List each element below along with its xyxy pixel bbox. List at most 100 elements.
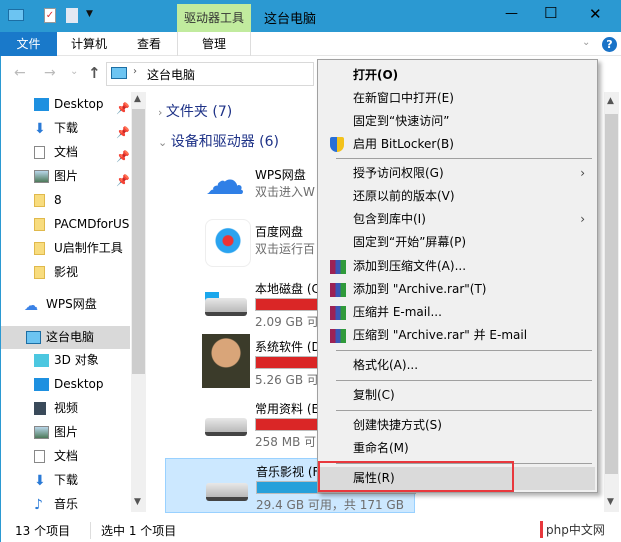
pin-icon[interactable]: 📌	[116, 121, 130, 140]
recent-dropdown-icon[interactable]: ⌄	[70, 66, 78, 77]
tab-file[interactable]: 文件	[0, 32, 57, 56]
sidebar-item-folder[interactable]: 影视	[0, 261, 130, 284]
music-icon: ♪	[34, 497, 43, 513]
menu-item-add-archive-rar[interactable]: 添加到 "Archive.rar"(T)	[320, 278, 595, 301]
menu-item-compress-rar-email[interactable]: 压缩到 "Archive.rar" 并 E-mail	[320, 324, 595, 347]
properties-icon[interactable]: ✓	[44, 8, 56, 23]
maximize-button[interactable]: ☐	[544, 4, 557, 22]
winrar-icon	[330, 283, 346, 297]
menu-separator	[336, 350, 592, 351]
folders-group-header[interactable]: › 文件夹 (7)	[158, 101, 232, 121]
desktop-icon	[34, 98, 49, 111]
help-icon[interactable]: ?	[602, 37, 617, 52]
winrar-icon	[330, 260, 346, 274]
video-icon	[34, 402, 46, 415]
forward-button[interactable]: →	[44, 65, 56, 81]
menu-item-give-access[interactable]: 授予访问权限(G) ›	[320, 162, 595, 185]
sidebar-item-desktop[interactable]: Desktop 📌	[0, 93, 130, 116]
chevron-down-icon: ⌄	[158, 136, 171, 149]
free-space: 29.4 GB 可用，共 171 GB	[256, 498, 404, 512]
scroll-down-icon[interactable]: ▼	[607, 497, 614, 507]
picture-icon	[34, 426, 49, 439]
menu-item-rename[interactable]: 重命名(M)	[320, 437, 595, 460]
menu-item-label: 压缩到 "Archive.rar" 并 E-mail	[353, 328, 528, 342]
hard-drive-icon	[205, 298, 247, 316]
up-button[interactable]: ↑	[88, 64, 101, 82]
menu-item-restore-versions[interactable]: 还原以前的版本(V)	[320, 185, 595, 208]
sidebar-item-music[interactable]: ♪ 音乐	[0, 493, 130, 516]
cloud-icon: ☁	[205, 158, 245, 204]
scrollbar-thumb[interactable]	[132, 109, 145, 374]
menu-item-create-shortcut[interactable]: 创建快捷方式(S)	[320, 414, 595, 437]
menu-item-bitlocker[interactable]: 启用 BitLocker(B)	[320, 133, 595, 156]
sidebar-item-downloads[interactable]: ⬇ 下载 📌	[0, 117, 130, 140]
tab-manage[interactable]: 管理	[177, 32, 251, 56]
sidebar-item-pictures[interactable]: 图片	[0, 421, 130, 444]
address-path: 这台电脑	[147, 68, 196, 82]
computer-icon	[26, 331, 41, 344]
address-bar[interactable]: › 这台电脑	[106, 62, 314, 86]
qat-dropdown-icon[interactable]: ▼	[86, 9, 93, 19]
sidebar-item-folder[interactable]: PACMDforUS	[0, 213, 130, 236]
sidebar-item-label: 3D 对象	[54, 353, 99, 367]
sidebar-item-3d-objects[interactable]: 3D 对象	[0, 349, 130, 372]
menu-item-open-new-window[interactable]: 在新窗口中打开(E)	[320, 87, 595, 110]
menu-item-pin-start[interactable]: 固定到“开始”屏幕(P)	[320, 231, 595, 254]
sidebar-item-folder[interactable]: 8	[0, 189, 130, 212]
sidebar-item-this-pc[interactable]: 这台电脑	[0, 326, 130, 349]
menu-item-add-archive[interactable]: 添加到压缩文件(A)...	[320, 255, 595, 278]
sidebar-item-label: 下载	[54, 121, 79, 135]
sidebar-item-label: Desktop	[54, 377, 104, 391]
menu-item-label: 启用 BitLocker(B)	[353, 137, 454, 151]
minimize-button[interactable]: —	[505, 6, 518, 21]
chevron-right-icon: ›	[158, 106, 166, 119]
sidebar-item-label: 图片	[54, 425, 79, 439]
close-button[interactable]: ✕	[589, 5, 602, 23]
pin-icon[interactable]: 📌	[116, 145, 130, 164]
back-button[interactable]: ←	[14, 65, 26, 81]
sidebar-item-label: 8	[54, 193, 62, 207]
device-name: WPS网盘	[255, 168, 306, 182]
sidebar-item-label: 视频	[54, 401, 79, 415]
sidebar-item-label: WPS网盘	[46, 297, 97, 311]
scroll-up-icon[interactable]: ▲	[134, 94, 141, 104]
menu-item-compress-email[interactable]: 压缩并 E-mail...	[320, 301, 595, 324]
computer-icon	[111, 67, 127, 79]
scrollbar-thumb[interactable]	[605, 114, 618, 474]
group-label: 设备和驱动器 (6)	[170, 134, 279, 150]
menu-item-label: 压缩并 E-mail...	[353, 305, 442, 319]
sidebar-item-downloads[interactable]: ⬇ 下载	[0, 469, 130, 492]
sidebar-item-folder[interactable]: U启制作工具	[0, 237, 130, 260]
content-scrollbar[interactable]: ▲ ▼	[604, 92, 619, 512]
tab-view[interactable]: 查看	[121, 32, 177, 56]
chevron-right-icon[interactable]: ›	[133, 66, 137, 77]
menu-item-open[interactable]: 打开(O)	[320, 64, 595, 87]
sidebar-item-desktop[interactable]: Desktop	[0, 373, 130, 396]
tab-computer[interactable]: 计算机	[57, 32, 121, 56]
menu-item-include-library[interactable]: 包含到库中(I) ›	[320, 208, 595, 231]
pin-icon[interactable]: 📌	[116, 169, 130, 188]
sidebar-item-videos[interactable]: 视频	[0, 397, 130, 420]
sidebar-item-documents[interactable]: 文档 📌	[0, 141, 130, 164]
sidebar-item-label: 影视	[54, 265, 79, 279]
highlight-box	[318, 461, 514, 492]
ribbon-expand-icon[interactable]: ⌄	[582, 37, 590, 48]
hard-drive-icon	[206, 483, 248, 501]
sidebar-item-label: 这台电脑	[46, 330, 95, 344]
menu-item-format[interactable]: 格式化(A)...	[320, 354, 595, 377]
devices-group-header[interactable]: ⌄ 设备和驱动器 (6)	[158, 131, 279, 151]
sidebar: Desktop 📌 ⬇ 下载 📌 文档 📌 图片 📌 8 PACMDforUS U启制作工…	[0, 92, 131, 513]
scroll-down-icon[interactable]: ▼	[134, 497, 141, 507]
sidebar-item-pictures[interactable]: 图片 📌	[0, 165, 130, 188]
sidebar-scrollbar[interactable]: ▲ ▼	[131, 92, 146, 512]
menu-item-copy[interactable]: 复制(C)	[320, 384, 595, 407]
menu-item-pin-quick-access[interactable]: 固定到“快速访问”	[320, 110, 595, 133]
window-border-left	[0, 56, 1, 542]
scroll-up-icon[interactable]: ▲	[607, 96, 614, 106]
sidebar-item-documents[interactable]: 文档	[0, 445, 130, 468]
folder-icon	[34, 266, 45, 279]
new-folder-icon[interactable]	[66, 8, 78, 23]
device-name: 本地磁盘 (C	[255, 282, 320, 296]
sidebar-item-wps[interactable]: ☁ WPS网盘	[0, 293, 130, 316]
pin-icon[interactable]: 📌	[116, 97, 130, 116]
